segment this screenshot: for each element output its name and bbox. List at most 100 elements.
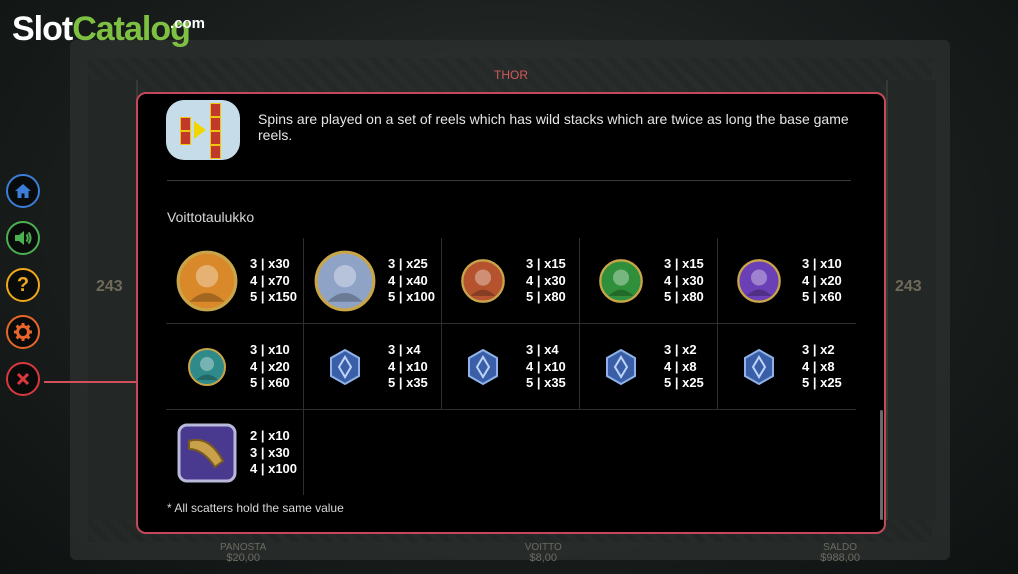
reel-card-icon — [180, 117, 191, 131]
win-value: $8,00 — [529, 552, 558, 564]
payout-line: 4 | x10 — [526, 358, 566, 374]
horn-scatter-icon — [174, 420, 240, 486]
section-divider — [167, 180, 851, 181]
payout-values: 3 | x10 4 | x20 5 | x60 — [802, 256, 842, 306]
odin-icon — [312, 248, 378, 314]
sound-button[interactable] — [6, 221, 40, 255]
paytable-cell: 3 | x2 4 | x8 5 | x25 — [718, 324, 856, 409]
paytable-cell: 3 | x30 4 | x70 5 | x150 — [166, 238, 304, 323]
payout-line: 5 | x80 — [526, 289, 566, 304]
payout-line: 4 | x8 — [802, 358, 835, 374]
settings-button[interactable] — [6, 315, 40, 349]
payout-values: 3 | x2 4 | x8 5 | x25 — [664, 342, 704, 392]
payout-values: 3 | x15 4 | x30 5 | x80 — [526, 256, 566, 306]
payout-line: 3 | x4 — [526, 342, 559, 357]
thor-icon — [174, 248, 240, 314]
payout-line: 4 | x20 — [250, 358, 290, 374]
payout-line: 3 | x2 — [664, 342, 697, 357]
payout-line: 3 | x30 — [250, 256, 290, 271]
ways-counter-left: 243 — [96, 278, 123, 295]
payout-line: 5 | x150 — [250, 289, 298, 304]
paytable-cell: 3 | x4 4 | x10 5 | x35 — [442, 324, 580, 409]
payout-line: 3 | x15 — [526, 256, 566, 271]
rune-j-icon — [726, 334, 792, 400]
payout-line: 5 | x35 — [526, 375, 566, 390]
payout-line: 5 | x60 — [802, 289, 842, 304]
paytable-cell: 3 | x10 4 | x20 5 | x60 — [166, 324, 304, 409]
close-connector-line — [44, 381, 136, 383]
ways-counter-right: 243 — [895, 278, 922, 295]
arrow-right-icon — [194, 121, 206, 139]
paytable-cell: 3 | x2 4 | x8 5 | x25 — [580, 324, 718, 409]
rune-q-icon — [588, 334, 654, 400]
question-icon: ? — [16, 273, 30, 296]
rune-k-icon — [450, 334, 516, 400]
feature-description: Spins are played on a set of reels which… — [258, 111, 849, 143]
bet-display: PANOSTA $20,00 — [220, 542, 266, 564]
background-pillar-left — [88, 80, 138, 520]
panel-scrollbar[interactable] — [880, 410, 883, 520]
payout-line: 3 | x10 — [802, 256, 842, 271]
payout-line: 5 | x35 — [388, 375, 428, 390]
scatter-note: * All scatters hold the same value — [167, 501, 344, 515]
wild-stack-feature-image — [166, 100, 240, 160]
paytable-row: 3 | x30 4 | x70 5 | x150 3 | x25 4 | x40 5 | … — [166, 238, 856, 324]
reel-card-icon — [210, 145, 221, 159]
paytable-cell: 3 | x15 4 | x30 5 | x80 — [580, 238, 718, 323]
payout-values: 3 | x10 4 | x20 5 | x60 — [250, 342, 290, 392]
payout-line: 4 | x10 — [388, 358, 428, 374]
payout-values: 3 | x4 4 | x10 5 | x35 — [526, 342, 566, 392]
gear-icon — [14, 323, 32, 341]
throne-icon — [174, 334, 240, 400]
payout-line: 4 | x30 — [526, 272, 566, 288]
bet-value: $20,00 — [226, 552, 260, 564]
payout-line: 3 | x15 — [664, 256, 704, 271]
crystal-icon — [726, 248, 792, 314]
payout-line: 4 | x30 — [664, 272, 704, 288]
win-display: VOITTO $8,00 — [525, 542, 562, 564]
reel-card-icon — [210, 103, 221, 117]
payout-line: 4 | x100 — [250, 461, 298, 476]
payout-values: 3 | x25 4 | x40 5 | x100 — [388, 256, 435, 306]
balance-value: $988,00 — [820, 552, 860, 564]
paytable-row: 2 | x10 3 | x30 4 | x100 — [166, 410, 856, 495]
payout-line: 5 | x100 — [388, 289, 436, 304]
reel-card-icon — [180, 131, 191, 145]
balance-display: SALDO $988,00 — [820, 542, 860, 564]
paytable-grid: 3 | x30 4 | x70 5 | x150 3 | x25 4 | x40 5 | … — [166, 238, 856, 495]
help-button[interactable]: ? — [6, 268, 40, 302]
paytable-cell: 3 | x15 4 | x30 5 | x80 — [442, 238, 580, 323]
slotcatalog-logo: SlotCatalog .com — [12, 12, 205, 46]
payout-line: 5 | x25 — [802, 375, 842, 390]
payout-line: 5 | x80 — [664, 289, 704, 304]
payout-values: 3 | x4 4 | x10 5 | x35 — [388, 342, 428, 392]
reel-card-icon — [210, 117, 221, 131]
serpent-icon — [588, 248, 654, 314]
paytable-cell: 3 | x10 4 | x20 5 | x60 — [718, 238, 856, 323]
payout-line: 3 | x10 — [250, 342, 290, 357]
side-menu: ? — [6, 174, 46, 409]
home-button[interactable] — [6, 174, 40, 208]
speaker-icon — [15, 231, 32, 245]
reel-card-icon — [210, 131, 221, 145]
payout-values: 3 | x15 4 | x30 5 | x80 — [664, 256, 704, 306]
payout-line: 4 | x8 — [664, 358, 697, 374]
game-title: THOR — [494, 68, 528, 82]
close-button[interactable] — [6, 362, 40, 396]
payout-line: 3 | x30 — [250, 444, 290, 460]
payout-line: 3 | x4 — [388, 342, 421, 357]
payout-values: 2 | x10 3 | x30 4 | x100 — [250, 428, 297, 478]
freya-icon — [450, 248, 516, 314]
rune-a-icon — [312, 334, 378, 400]
bottom-status-bar: PANOSTA $20,00 VOITTO $8,00 SALDO $988,0… — [200, 530, 880, 564]
payout-line: 3 | x2 — [802, 342, 835, 357]
payout-line: 4 | x40 — [388, 272, 428, 288]
paytable-cell: 3 | x25 4 | x40 5 | x100 — [304, 238, 442, 323]
home-icon — [15, 184, 31, 198]
paytable-row: 3 | x10 4 | x20 5 | x60 3 | x4 4 | x10 5 | x3… — [166, 324, 856, 410]
payout-line: 3 | x25 — [388, 256, 428, 271]
payout-line: 4 | x70 — [250, 272, 290, 288]
payout-line: 5 | x60 — [250, 375, 290, 390]
payout-line: 4 | x20 — [802, 272, 842, 288]
logo-com-text: .com — [170, 15, 206, 32]
